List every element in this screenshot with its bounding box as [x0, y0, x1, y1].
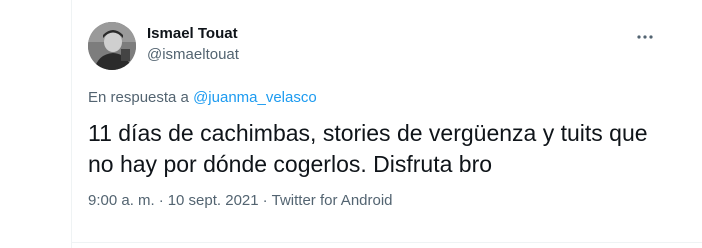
- author-handle[interactable]: @ismaeltouat: [147, 45, 239, 65]
- meta-separator: ·: [158, 192, 164, 209]
- tweet-text: 11 días de cachimbas, stories de vergüen…: [88, 120, 648, 177]
- more-horizontal-icon: [637, 35, 653, 39]
- divider: [71, 242, 702, 243]
- tweet-time-link[interactable]: 9:00 a. m.: [88, 192, 155, 209]
- reply-mention-link[interactable]: @juanma_velasco: [193, 89, 317, 106]
- more-options-button[interactable]: [630, 22, 660, 52]
- meta-separator: ·: [262, 192, 268, 209]
- reply-context: En respuesta a @juanma_velasco: [88, 88, 317, 108]
- author-name[interactable]: Ismael Touat: [147, 24, 238, 44]
- reply-prefix: En respuesta a: [88, 89, 194, 106]
- tweet-source-link[interactable]: Twitter for Android: [272, 192, 393, 209]
- avatar-photo: [88, 22, 136, 70]
- tweet-meta: 9:00 a. m. · 10 sept. 2021 · Twitter for And…: [88, 191, 393, 211]
- avatar[interactable]: [88, 22, 136, 70]
- tweet-date-link[interactable]: 10 sept. 2021: [168, 192, 259, 209]
